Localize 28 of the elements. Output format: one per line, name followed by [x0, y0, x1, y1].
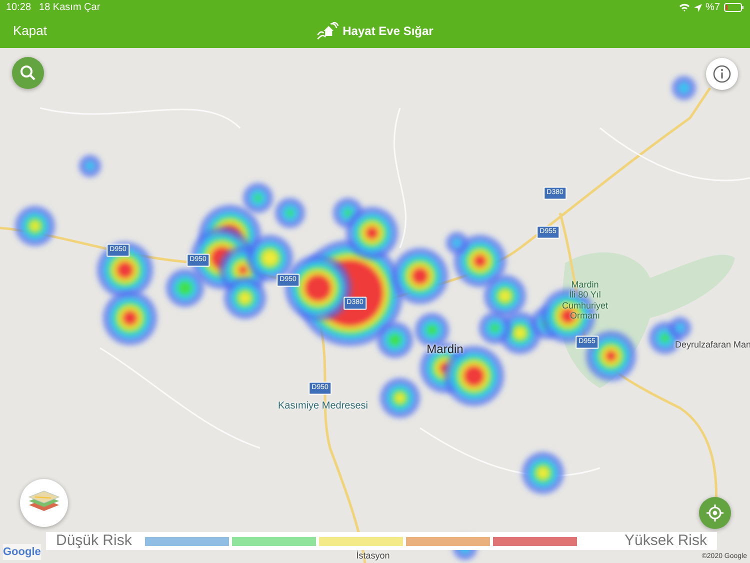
heat-spot	[479, 312, 511, 344]
heat-spot	[522, 452, 564, 494]
low-risk-label: Düşük Risk	[55, 532, 133, 550]
heat-spot	[672, 76, 696, 100]
map-layers-button[interactable]	[20, 479, 68, 527]
location-arrow-icon	[694, 4, 702, 12]
heat-spot	[275, 198, 305, 228]
heat-spot	[484, 275, 526, 317]
battery-percent: %7	[706, 1, 720, 15]
heat-spot	[103, 291, 157, 345]
app-title: Hayat Eve Sığar	[342, 23, 434, 40]
status-date: 18 Kasım Çar	[39, 1, 100, 15]
search-button[interactable]	[12, 57, 44, 89]
info-icon	[713, 65, 731, 83]
search-icon	[20, 65, 36, 81]
wifi-icon	[678, 3, 690, 12]
battery-icon	[724, 3, 744, 12]
city-label: Mardin	[426, 341, 464, 358]
heat-spot	[380, 378, 420, 418]
high-risk-label: Yüksek Risk	[623, 532, 708, 550]
info-button[interactable]	[706, 58, 738, 90]
status-time: 10:28	[6, 1, 32, 15]
crosshair-icon	[706, 504, 724, 522]
google-logo: Google	[3, 544, 41, 560]
heat-spot	[15, 206, 55, 246]
heat-spot	[79, 155, 101, 177]
house-hands-icon	[316, 22, 339, 40]
my-location-button[interactable]	[699, 497, 731, 529]
